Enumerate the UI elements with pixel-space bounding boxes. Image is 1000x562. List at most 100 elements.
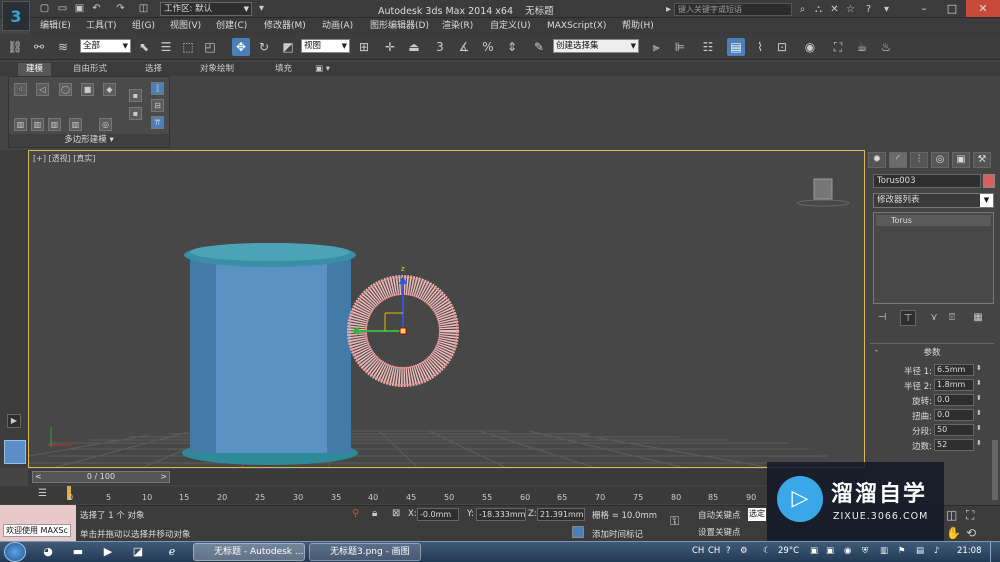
set-key-icon[interactable]: ⚿ [670,514,679,529]
hierarchy-tab-icon[interactable]: ⫶ [910,152,928,168]
ie-taskbar-icon[interactable]: ℯ [164,544,180,560]
spinner-icon[interactable]: ⬍ [976,394,982,402]
tray-app-icon[interactable]: ◉ [844,546,851,556]
time-tag-icon[interactable] [572,526,584,538]
tab-object-paint[interactable]: 对象绘制 [200,63,234,76]
pin-stack-icon[interactable]: ⊣ [874,310,890,326]
media-taskbar-icon[interactable]: ▶ [100,544,116,560]
taskbar-paint[interactable]: 无标题3.png - 画图 [309,543,421,561]
select-by-name-icon[interactable]: ☰ [157,38,175,56]
pan-view-icon[interactable]: ✋ [946,526,961,540]
app-logo-icon[interactable]: 3 [2,1,30,31]
material-editor-icon[interactable]: ◉ [801,38,819,56]
schematic-view-icon[interactable]: ⊡ [773,38,791,56]
auto-key-button[interactable]: 自动关键点 [698,509,741,521]
make-unique-icon[interactable]: ⇈ [151,116,164,129]
expand-arrow-icon[interactable]: ▶ [7,414,21,428]
spinner-snap-icon[interactable]: ⇕ [503,38,521,56]
spinner-icon[interactable]: ⬍ [976,409,982,417]
x-coordinate-input[interactable]: -0.0mm [417,508,459,521]
browser-taskbar-icon[interactable]: ◕ [40,544,56,560]
vertex-icon[interactable]: ⁖ [14,83,27,96]
search-input[interactable]: 键入关键字或短语 [674,3,792,16]
weather-tray-icon[interactable]: ☾ [763,546,771,556]
absolute-mode-icon[interactable]: ⊠ [392,508,400,519]
ribbon-options-icon[interactable]: ▣ ▾ [315,63,330,76]
isolate-icon[interactable]: ⚲ [352,508,359,519]
workspace-dropdown[interactable]: 工作区: 默认 ▼ [160,2,252,16]
radius2-input[interactable]: 1.8mm [934,379,974,391]
app-taskbar-icon[interactable]: ◪ [130,544,146,560]
layer-manager-icon[interactable]: ☷ [699,38,717,56]
stack-item-torus[interactable]: Torus [876,215,991,226]
configure-modifier-sets-icon[interactable]: ▦ [970,310,986,326]
tab-selection[interactable]: 选择 [145,63,162,76]
border-icon[interactable]: ◯ [59,83,72,96]
create-tab-icon[interactable]: ✹ [868,152,886,168]
link-icon[interactable]: ⛓ [6,38,24,56]
customize-quick-access-icon[interactable]: ▾ [255,2,268,15]
rotation-input[interactable]: 0.0 [934,394,974,406]
modify-tab-icon[interactable]: ◜ [889,152,907,168]
favorites-icon[interactable]: ☆ [844,3,857,16]
tab-populate[interactable]: 填充 [275,63,292,76]
input-method-indicator[interactable]: CH [708,546,720,556]
zoom-extents-all-icon[interactable]: ⛶ [966,508,974,523]
graphite-toggle-icon[interactable]: ▤ [727,38,745,56]
folder-taskbar-icon[interactable]: ▬ [70,544,86,560]
taskbar-3dsmax[interactable]: 无标题 - Autodesk ... [193,543,305,561]
angle-snap-icon[interactable]: ∡ [455,38,473,56]
tray-app-icon[interactable]: ▣ [826,546,834,556]
hold-icon[interactable]: ◫ [137,2,150,15]
menu-rendering[interactable]: 渲染(R) [442,19,473,33]
help-dropdown-icon[interactable]: ▾ [880,3,893,16]
start-button[interactable] [4,542,26,562]
remove-modifier-icon[interactable]: ▪ [129,107,142,120]
menu-animation[interactable]: 动画(A) [322,19,353,33]
help-icon[interactable]: ? [862,3,875,16]
tab-modeling[interactable]: 建模 [18,63,52,76]
rendered-frame-icon[interactable]: ☕ [853,38,871,56]
modifier-list-dropdown[interactable]: 修改器列表 ▼ [873,193,994,208]
menu-help[interactable]: 帮助(H) [622,19,654,33]
menu-customize[interactable]: 自定义(U) [490,19,531,33]
menu-graph-editors[interactable]: 图形编辑器(D) [370,19,429,33]
make-unique-icon[interactable]: ⋎ [926,310,942,326]
select-and-rotate-icon[interactable]: ↻ [255,38,273,56]
spinner-icon[interactable]: ⬍ [976,424,982,432]
network-status-icon[interactable]: ▤ [916,546,924,556]
settings-tray-icon[interactable]: ⚙ [740,546,748,556]
show-desktop-button[interactable] [990,542,1000,562]
curve-editor-icon[interactable]: ⌇ [751,38,769,56]
viewport-layout-icon[interactable] [4,440,26,464]
unlink-icon[interactable]: ⚯ [30,38,48,56]
align-icon[interactable]: ⊫ [671,38,689,56]
menu-tools[interactable]: 工具(T) [86,19,117,33]
pin-stack-icon[interactable]: ⫿ [151,82,164,95]
bind-space-warp-icon[interactable]: ≋ [54,38,72,56]
collapse-icon[interactable]: ⊟ [151,99,164,112]
key-filter-dropdown[interactable]: 选定 [748,508,766,521]
object-name-field[interactable]: Torus003 [873,174,981,188]
edge-icon[interactable]: ◁ [36,83,49,96]
security-tray-icon[interactable]: ⛨ [862,546,868,556]
save-file-icon[interactable]: ▣ [73,2,86,15]
minimize-icon[interactable]: – [910,0,938,17]
tray-app-icon[interactable]: ▣ [810,546,818,556]
menu-group[interactable]: 组(G) [132,19,155,33]
clock[interactable]: 21:08 [957,546,982,556]
stack-level-icon[interactable]: ▥ [69,118,82,131]
track-bar-ruler[interactable]: 0 5 10 15 20 25 30 35 40 45 50 55 60 65 … [60,486,780,504]
percent-snap-icon[interactable]: % [479,38,497,56]
display-tab-icon[interactable]: ▣ [952,152,970,168]
select-manipulate-icon[interactable]: ✛ [381,38,399,56]
mirror-icon[interactable]: ⫸ [647,38,665,56]
show-end-result-icon[interactable]: ⊤ [900,310,916,326]
motion-tab-icon[interactable]: ◎ [931,152,949,168]
element-icon[interactable]: ◆ [103,83,116,96]
modify-mode-icon[interactable]: ▥ [14,118,27,131]
perspective-viewport[interactable]: [+] [透视] [真实] z [28,150,865,468]
spinner-icon[interactable]: ⬍ [976,379,982,387]
undo-icon[interactable]: ↶ [90,2,103,15]
maxscript-listener[interactable]: 欢迎使用 MAXSc [0,505,76,541]
